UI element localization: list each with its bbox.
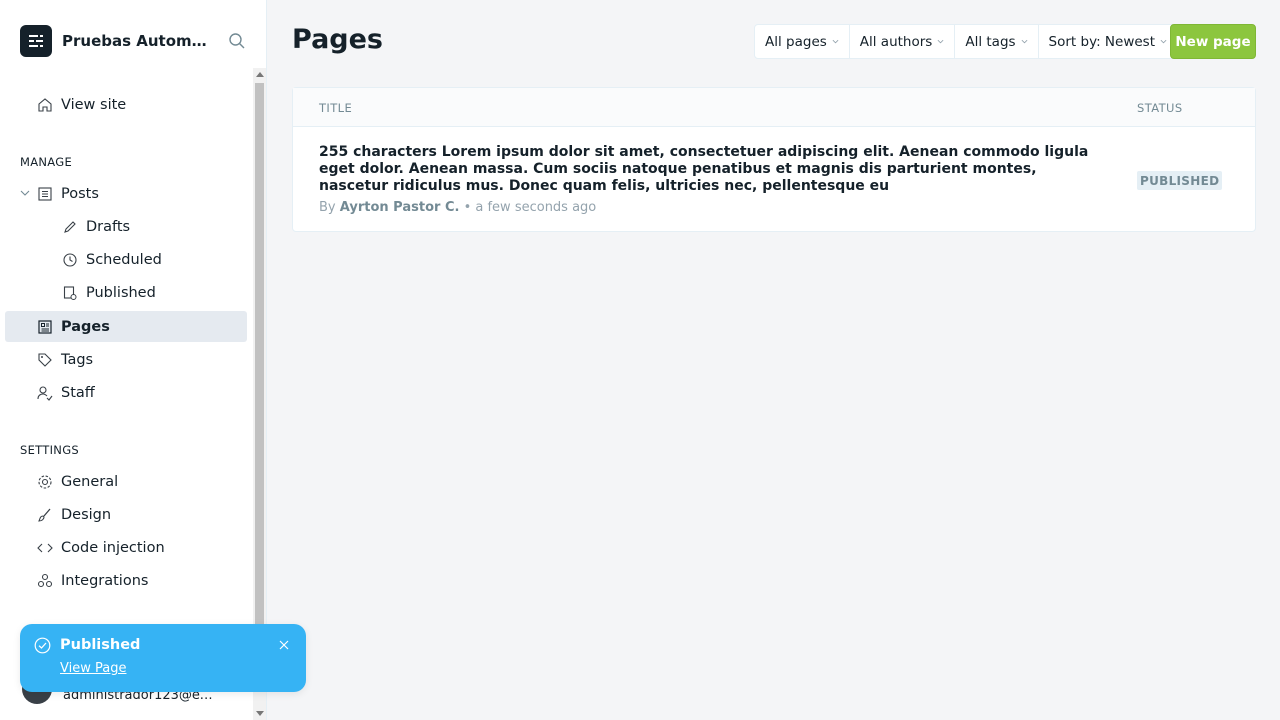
filter-sort[interactable]: Sort by: Newest xyxy=(1039,25,1177,58)
code-icon xyxy=(36,539,54,557)
tag-icon xyxy=(36,351,54,369)
timestamp: • a few seconds ago xyxy=(463,200,597,215)
author-name: Ayrton Pastor C. xyxy=(339,200,460,215)
pencil-icon xyxy=(61,218,79,236)
nav-integrations[interactable]: Integrations xyxy=(0,564,253,597)
check-circle-icon xyxy=(34,637,51,654)
sidebar-header: Pruebas Automatización xyxy=(0,0,266,82)
nav-view-site[interactable]: View site xyxy=(0,88,253,122)
site-logo[interactable] xyxy=(20,25,52,57)
page-title: Pages xyxy=(292,24,383,55)
nav-label: Integrations xyxy=(61,572,149,589)
table-header: TITLE STATUS xyxy=(293,88,1255,127)
integrations-icon xyxy=(36,572,54,590)
scroll-up-icon[interactable] xyxy=(256,72,264,77)
gear-icon xyxy=(36,473,54,491)
search-icon[interactable] xyxy=(228,32,246,50)
scrollbar-thumb[interactable] xyxy=(255,83,264,643)
nav-design[interactable]: Design xyxy=(0,498,253,531)
chevron-down-icon xyxy=(1021,39,1027,44)
section-settings: SETTINGS xyxy=(20,443,80,457)
filter-label: All tags xyxy=(965,33,1016,50)
published-icon xyxy=(61,284,79,302)
chevron-down-icon[interactable] xyxy=(20,188,30,198)
scroll-down-icon[interactable] xyxy=(256,711,264,716)
nav-label: Pages xyxy=(61,318,110,335)
nav-label: View site xyxy=(61,97,127,113)
filter-label: Sort by: Newest xyxy=(1048,33,1156,50)
by-label: By xyxy=(319,200,336,215)
filter-label: All authors xyxy=(859,33,933,50)
sidebar-nav: View site MANAGE Posts Drafts Scheduled xyxy=(0,88,253,597)
notification-toast: Published View Page xyxy=(20,624,306,692)
nav-drafts[interactable]: Drafts xyxy=(0,210,253,243)
nav-scheduled[interactable]: Scheduled xyxy=(0,243,253,276)
nav-general[interactable]: General xyxy=(0,465,253,498)
posts-icon xyxy=(36,185,54,203)
sidebar: Pruebas Automatización View site MANAGE … xyxy=(0,0,267,720)
nav-posts[interactable]: Posts xyxy=(0,177,253,210)
filter-tag[interactable]: All tags xyxy=(955,25,1039,58)
filter-bar: All pages All authors All tags Sort by: … xyxy=(754,24,1179,59)
nav-code-injection[interactable]: Code injection xyxy=(0,531,253,564)
nav-label: General xyxy=(61,473,119,490)
home-icon xyxy=(36,96,54,114)
close-icon[interactable] xyxy=(277,638,291,652)
nav-label: Design xyxy=(61,506,112,523)
nav-label: Drafts xyxy=(86,218,131,235)
filter-type[interactable]: All pages xyxy=(755,25,850,58)
chevron-down-icon xyxy=(832,39,839,44)
nav-pages[interactable]: Pages xyxy=(5,311,247,342)
brush-icon xyxy=(36,506,54,524)
nav-label: Published xyxy=(86,284,156,301)
pages-icon xyxy=(36,318,54,336)
page-title-cell[interactable]: 255 characters Lorem ipsum dolor sit ame… xyxy=(319,144,1089,195)
nav-tags[interactable]: Tags xyxy=(0,343,253,376)
column-header-status: STATUS xyxy=(1137,101,1183,115)
column-header-title: TITLE xyxy=(319,101,353,115)
filter-author[interactable]: All authors xyxy=(850,25,956,58)
site-title[interactable]: Pruebas Automatización xyxy=(62,32,212,50)
clock-icon xyxy=(61,251,79,269)
page-meta: By Ayrton Pastor C. • a few seconds ago xyxy=(319,200,596,215)
pages-table: TITLE STATUS 255 characters Lorem ipsum … xyxy=(292,87,1256,232)
status-badge: PUBLISHED xyxy=(1137,171,1223,190)
section-manage: MANAGE xyxy=(20,155,73,169)
view-page-link[interactable]: View Page xyxy=(60,661,126,676)
nav-label: Staff xyxy=(61,384,95,401)
nav-staff[interactable]: Staff xyxy=(0,376,253,409)
new-page-button[interactable]: New page xyxy=(1170,24,1256,59)
chevron-down-icon xyxy=(937,39,944,44)
chevron-down-icon xyxy=(1160,39,1167,44)
filter-label: All pages xyxy=(765,33,827,50)
nav-label: Code injection xyxy=(61,539,165,556)
nav-label: Tags xyxy=(61,351,94,368)
sidebar-scrollbar[interactable] xyxy=(253,68,266,720)
nav-label: Scheduled xyxy=(86,251,162,268)
logo-icon xyxy=(29,35,43,47)
nav-label: Posts xyxy=(61,185,99,202)
staff-icon xyxy=(36,384,54,402)
toast-title: Published xyxy=(60,637,141,653)
main-content: Pages All pages All authors All tags Sor… xyxy=(267,0,1280,720)
nav-published[interactable]: Published xyxy=(0,276,253,309)
